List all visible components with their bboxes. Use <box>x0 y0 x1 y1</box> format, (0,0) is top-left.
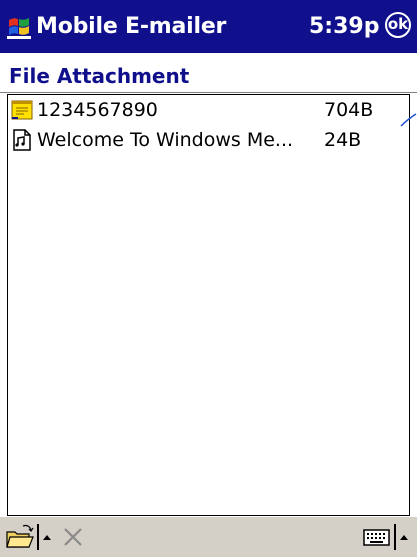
clock[interactable]: 5:39p <box>309 14 379 40</box>
windows-flag-icon[interactable] <box>6 14 32 40</box>
up-arrow-icon[interactable] <box>41 523 53 551</box>
open-folder-icon[interactable] <box>5 523 35 551</box>
list-item[interactable]: 1234567890 704B <box>8 95 409 125</box>
stylus-mark <box>400 113 417 127</box>
keyboard-icon[interactable] <box>362 523 392 551</box>
list-item[interactable]: Welcome To Windows Me... 24B <box>8 125 409 155</box>
page-title: File Attachment <box>9 64 190 88</box>
command-bar <box>0 516 417 557</box>
file-size: 24B <box>324 129 362 151</box>
message-note-icon <box>11 100 33 120</box>
document-icon <box>13 129 31 151</box>
delete-x-icon[interactable] <box>60 523 86 551</box>
file-name: Welcome To Windows Me... <box>37 129 294 151</box>
attachment-list[interactable]: 1234567890 704B Welcome To Windows Me...… <box>7 94 410 516</box>
file-name: 1234567890 <box>37 99 158 121</box>
navigation-bar: Mobile E-mailer 5:39p ok <box>0 0 417 53</box>
file-size: 704B <box>324 99 374 121</box>
header-divider <box>0 92 417 93</box>
up-arrow-icon[interactable] <box>398 523 410 551</box>
separator <box>37 524 39 550</box>
ok-button[interactable]: ok <box>385 12 411 38</box>
separator <box>394 524 396 550</box>
app-title: Mobile E-mailer <box>36 14 227 39</box>
